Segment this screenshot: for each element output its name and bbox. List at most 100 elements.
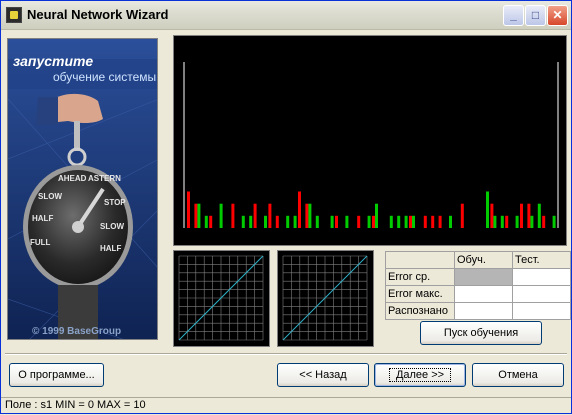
histogram-bar [493, 215, 497, 228]
col-header-train: Обуч. [454, 251, 513, 269]
close-button[interactable]: ✕ [547, 5, 568, 26]
error-histogram [173, 35, 567, 246]
histogram-bar [389, 215, 393, 228]
train-scatter-canvas [178, 255, 264, 341]
app-icon [6, 7, 22, 23]
banner-copyright: © 1999 BaseGroup [32, 326, 122, 337]
histogram-bar [194, 203, 198, 228]
dial-word: HALF [32, 214, 53, 223]
histogram-bar [204, 215, 208, 228]
banner-headline: запустите [13, 53, 94, 69]
histogram-bar [367, 215, 371, 228]
dial-word: SLOW [100, 222, 124, 231]
next-button-label: Далее >> [388, 368, 452, 382]
dial-word: AHEAD [58, 174, 87, 183]
side-banner: SLOW HALF FULL AHEAD ASTERN STOP SLOW HA… [7, 38, 158, 340]
histogram-bar [537, 203, 541, 228]
histogram-bar [286, 215, 290, 228]
train-scatter-plot [173, 250, 270, 347]
histogram-bar [241, 215, 245, 228]
cancel-button[interactable]: Отмена [472, 363, 564, 387]
cell-error-max-test[interactable] [512, 285, 571, 303]
histogram-bar [515, 215, 519, 228]
histogram-bar [412, 215, 415, 228]
histogram-bar [231, 203, 235, 228]
histogram-bar [330, 215, 334, 228]
table-row: Error макс. [385, 285, 571, 303]
histogram-bar [315, 215, 319, 228]
dial-word: ASTERN [88, 174, 121, 183]
cell-error-avg-train[interactable] [454, 268, 513, 286]
footer-divider [5, 353, 567, 355]
histogram-canvas [183, 62, 559, 228]
row-label-error-max: Error макс. [385, 285, 455, 303]
stats-header-row: Обуч. Тест. [385, 251, 571, 269]
close-icon: ✕ [552, 8, 563, 22]
histogram-bar [275, 215, 279, 228]
dial-word: FULL [30, 238, 51, 247]
histogram-bar [486, 191, 489, 228]
histogram-bar [530, 215, 534, 228]
histogram-bar [460, 203, 464, 228]
histogram-bar [264, 215, 267, 228]
window-title: Neural Network Wizard [27, 7, 169, 22]
status-text: Поле : s1 MIN = 0 MAX = 10 [5, 399, 146, 411]
table-row: Распознано [385, 302, 571, 320]
histogram-bar [520, 203, 523, 228]
histogram-bar [438, 215, 442, 228]
test-scatter-canvas [282, 255, 368, 341]
histogram-bar [505, 215, 509, 228]
histogram-bar [345, 215, 349, 228]
wizard-window: Neural Network Wizard _ □ ✕ SLOW HALF FU… [0, 0, 572, 414]
stats-corner [385, 251, 455, 269]
dial-word: SLOW [38, 192, 62, 201]
histogram-bar [253, 203, 257, 228]
status-bar: Поле : s1 MIN = 0 MAX = 10 [1, 397, 571, 415]
histogram-bar [357, 215, 361, 228]
histogram-bar [187, 191, 190, 228]
dial-word: STOP [104, 198, 126, 207]
next-button[interactable]: Далее >> [374, 363, 466, 387]
histogram-bar [397, 215, 401, 228]
maximize-icon: □ [531, 8, 540, 22]
table-row: Error ср. [385, 268, 571, 286]
histogram-bar [552, 215, 556, 228]
cell-error-avg-test[interactable] [512, 268, 571, 286]
histogram-bar [298, 191, 301, 228]
row-label-recognized: Распознано [385, 302, 455, 320]
histogram-bar [197, 203, 201, 228]
histogram-bar [431, 215, 435, 228]
back-button[interactable]: << Назад [277, 363, 369, 387]
histogram-bar [490, 203, 494, 228]
histogram-bar [293, 215, 297, 228]
histogram-bar [409, 215, 412, 228]
cell-recognized-test[interactable] [512, 302, 571, 320]
cell-error-max-train[interactable] [454, 285, 513, 303]
histogram-bar [542, 215, 546, 228]
title-bar[interactable]: Neural Network Wizard _ □ ✕ [1, 1, 571, 30]
banner-subtitle: обучение системы [53, 70, 157, 84]
maximize-button[interactable]: □ [525, 5, 546, 26]
histogram-bar [375, 203, 378, 228]
histogram-bar [249, 215, 253, 228]
start-training-button[interactable]: Пуск обучения [420, 321, 542, 345]
histogram-bar [372, 215, 375, 228]
test-scatter-plot [277, 250, 374, 347]
dial-word: HALF [100, 244, 121, 253]
histogram-bar [404, 215, 408, 228]
histogram-bar [449, 215, 452, 228]
histogram-bar [527, 203, 531, 228]
histogram-bar [500, 215, 504, 228]
cell-recognized-train[interactable] [454, 302, 513, 320]
minimize-button[interactable]: _ [503, 5, 524, 26]
col-header-test: Тест. [512, 251, 571, 269]
histogram-bar [423, 215, 427, 228]
histogram-bar [268, 203, 272, 228]
histogram-bar [219, 203, 223, 228]
side-banner-art: SLOW HALF FULL AHEAD ASTERN STOP SLOW HA… [8, 39, 157, 339]
histogram-bar [308, 203, 312, 228]
about-button[interactable]: О программе... [9, 363, 104, 387]
minimize-icon: _ [510, 8, 517, 22]
histogram-bar [305, 203, 309, 228]
histogram-bar [209, 215, 213, 228]
